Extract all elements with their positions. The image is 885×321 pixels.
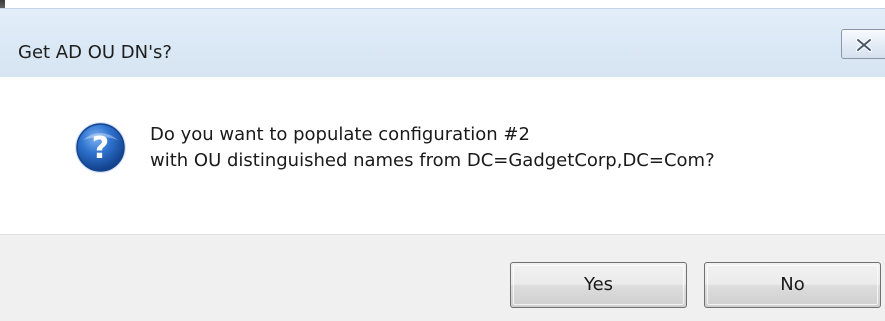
yes-button[interactable]: Yes	[510, 262, 687, 308]
title-bar[interactable]: Get AD OU DN's?	[0, 8, 885, 77]
dialog-message: Do you want to populate configuration #2…	[150, 122, 715, 174]
message-line-1: Do you want to populate configuration #2	[150, 124, 530, 145]
message-line-2: with OU distinguished names from DC=Gadg…	[150, 150, 715, 171]
yes-button-label: Yes	[583, 274, 614, 295]
no-button[interactable]: No	[704, 262, 881, 308]
close-icon	[856, 38, 872, 52]
question-icon: ?	[73, 120, 128, 175]
close-button[interactable]	[841, 29, 885, 59]
svg-text:?: ?	[92, 131, 109, 166]
message-dialog: Get AD OU DN's? ? Do you want to populat…	[0, 0, 885, 321]
window-title: Get AD OU DN's?	[18, 42, 172, 63]
no-button-label: No	[780, 274, 805, 295]
